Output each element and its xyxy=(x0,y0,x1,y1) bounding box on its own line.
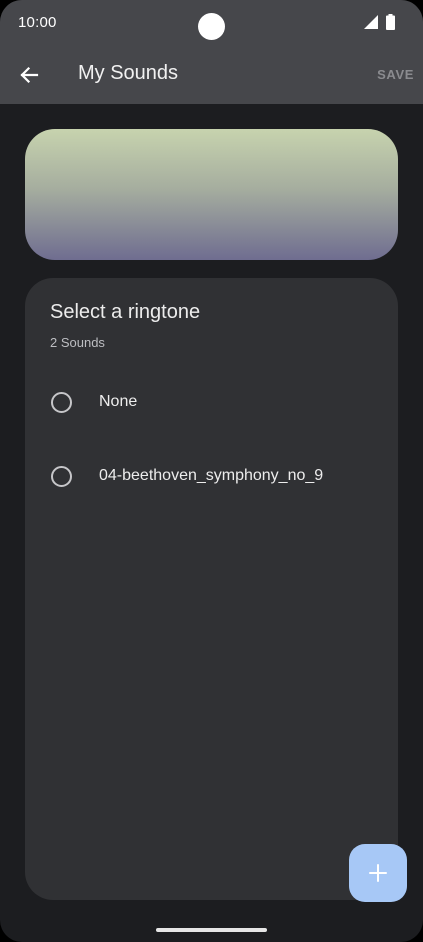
ringtone-option-none[interactable]: None xyxy=(25,372,398,432)
signal-icon xyxy=(364,15,378,29)
add-sound-button[interactable] xyxy=(349,844,407,902)
back-button[interactable] xyxy=(12,58,46,92)
page-title: My Sounds xyxy=(78,62,179,84)
card-title: Select a ringtone xyxy=(50,301,201,323)
ringtone-preview-banner xyxy=(25,129,398,260)
status-time: 10:00 xyxy=(18,14,57,31)
ringtone-option-label: 04-beethoven_symphony_no_9 xyxy=(99,467,324,484)
radio-button[interactable] xyxy=(51,392,72,413)
arrow-back-icon xyxy=(20,66,39,84)
home-indicator[interactable] xyxy=(156,928,267,932)
app-bar: 10:00 My Sounds SAVE xyxy=(0,0,423,104)
battery-icon xyxy=(386,14,395,30)
camera-cutout xyxy=(198,13,225,40)
sound-count: 2 Sounds xyxy=(50,335,105,350)
ringtone-option-beethoven[interactable]: 04-beethoven_symphony_no_9 xyxy=(25,446,398,506)
ringtone-list-card: Select a ringtone 2 Sounds None 04-beeth… xyxy=(25,278,398,900)
radio-button[interactable] xyxy=(51,466,72,487)
ringtone-option-label: None xyxy=(99,393,138,410)
save-button[interactable]: SAVE xyxy=(377,67,414,82)
plus-icon xyxy=(369,864,387,882)
phone-screen: 10:00 My Sounds SAVE Select a ringtone 2… xyxy=(0,0,423,942)
